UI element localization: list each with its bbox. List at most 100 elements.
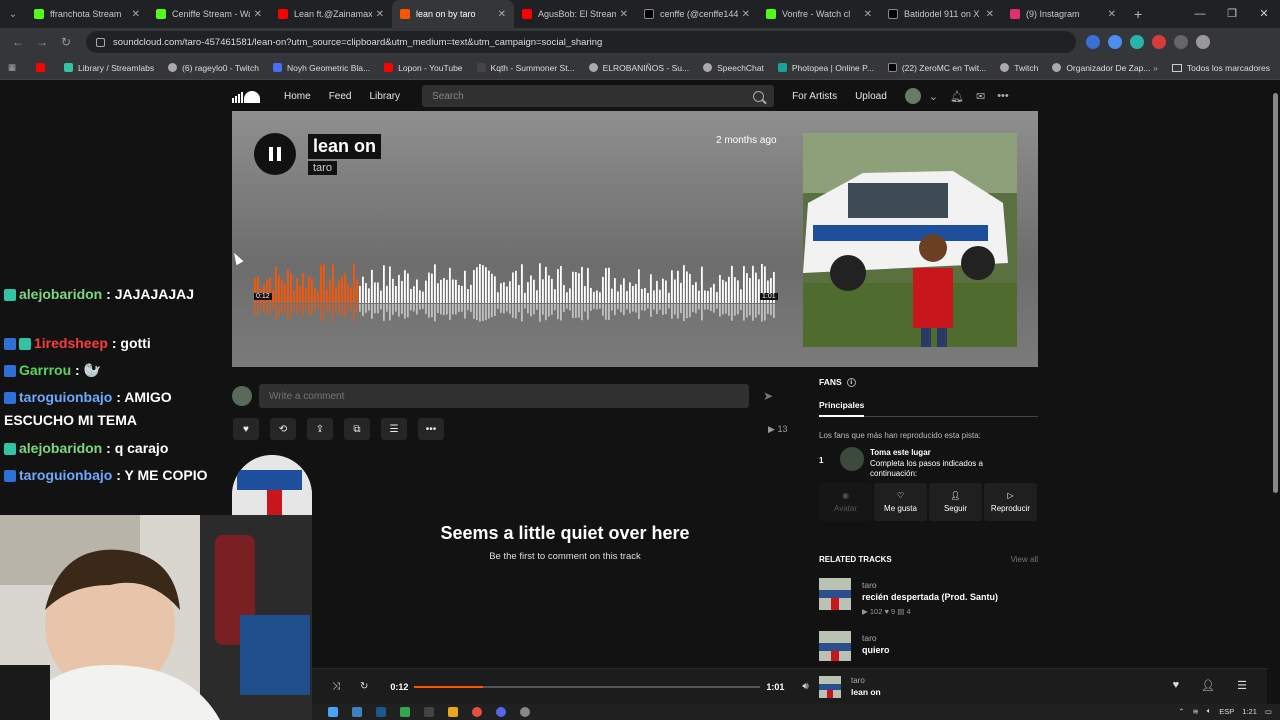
bookmark[interactable]: Library / Streamlabs: [64, 63, 154, 73]
search-input[interactable]: Search: [422, 85, 775, 107]
related-track[interactable]: taro quiero ▶ 95 ♥ 7 ⟲ 1: [819, 631, 1038, 661]
nav-library[interactable]: Library: [369, 91, 400, 102]
nav-home[interactable]: Home: [284, 91, 311, 102]
explorer-icon[interactable]: [352, 707, 362, 717]
player-title[interactable]: lean on: [851, 687, 881, 697]
related-track-artist[interactable]: taro: [862, 633, 877, 643]
progress-bar[interactable]: [414, 685, 761, 688]
scrollbar-thumb[interactable]: [1273, 93, 1278, 493]
forward-icon[interactable]: →: [30, 35, 54, 49]
more-button[interactable]: •••: [418, 418, 444, 440]
reload-icon[interactable]: ↻: [54, 35, 78, 49]
follow-step-button[interactable]: 👤︎ Seguir: [929, 483, 982, 521]
back-icon[interactable]: ←: [6, 35, 30, 49]
bookmark[interactable]: (22) ZeroMC en Twit...: [887, 63, 986, 73]
next-up-icon[interactable]: ☰: [1237, 679, 1247, 692]
minimize-icon[interactable]: —: [1184, 0, 1216, 28]
mail-icon[interactable]: ✉: [976, 90, 985, 103]
share-button[interactable]: ⇪: [307, 418, 333, 440]
browser-tab[interactable]: Vonfre - Watch cl ✕: [758, 0, 880, 28]
overflow-chevron-icon[interactable]: »: [1153, 63, 1158, 73]
obs-icon[interactable]: [424, 707, 434, 717]
close-tab-icon[interactable]: ✕: [986, 9, 994, 20]
close-window-icon[interactable]: ✕: [1248, 0, 1280, 28]
browser-tab[interactable]: Ceniffe Stream - Watc✕: [148, 0, 270, 28]
tab-search-icon[interactable]: ⌄: [0, 0, 26, 28]
more-icon[interactable]: •••: [997, 90, 1009, 102]
like-step-button[interactable]: ♡ Me gusta: [874, 483, 927, 521]
close-tab-icon[interactable]: ✕: [864, 9, 872, 20]
close-tab-icon[interactable]: ✕: [1108, 9, 1116, 20]
artist-avatar[interactable]: [232, 455, 312, 515]
extension-icon[interactable]: [1086, 35, 1100, 49]
copy-link-button[interactable]: ⧉: [344, 418, 370, 440]
bookmark[interactable]: SpeechChat: [703, 63, 764, 73]
steam-icon[interactable]: [376, 707, 386, 717]
bookmark[interactable]: [36, 63, 50, 72]
close-tab-icon[interactable]: ✕: [742, 9, 750, 20]
related-track[interactable]: taro recién despertada (Prod. Santu) ▶ 1…: [819, 578, 1038, 618]
bookmark[interactable]: (6) rageylo0 - Twitch: [168, 63, 259, 73]
wifi-icon[interactable]: ≋: [1192, 707, 1198, 716]
profile-avatar[interactable]: [1196, 35, 1210, 49]
close-tab-icon[interactable]: ✕: [620, 9, 628, 20]
browser-tab[interactable]: (9) Instagram ✕: [1002, 0, 1124, 28]
user-avatar[interactable]: [904, 88, 921, 104]
related-track-title[interactable]: recién despertada (Prod. Santu): [862, 592, 998, 602]
app-icon[interactable]: [520, 707, 530, 717]
discord-icon[interactable]: [496, 707, 506, 717]
nav-feed[interactable]: Feed: [329, 91, 352, 102]
repost-button[interactable]: ⟲: [270, 418, 296, 440]
bookmark[interactable]: Photopea | Online P...: [777, 63, 874, 73]
search-icon[interactable]: [753, 90, 765, 102]
chevron-down-icon[interactable]: ⌄: [929, 90, 938, 103]
close-tab-icon[interactable]: ✕: [132, 9, 140, 20]
site-info-icon[interactable]: [96, 37, 105, 47]
bookmark[interactable]: Organizador De Zap...: [1052, 63, 1150, 73]
app-icon[interactable]: [448, 707, 458, 717]
browser-tab[interactable]: Lean ft.@Zainamaxin ✕: [270, 0, 392, 28]
bookmark[interactable]: Lopon - YouTube: [384, 63, 463, 73]
page-scrollbar[interactable]: [1270, 81, 1280, 501]
browser-tab[interactable]: ffranchota Stream ✕: [26, 0, 148, 28]
bookmark[interactable]: Kqth - Summoner St...: [476, 63, 575, 73]
bell-icon[interactable]: 🔔︎: [950, 90, 964, 103]
url-input[interactable]: soundcloud.com/taro-457461581/lean-on?ut…: [86, 31, 1076, 53]
notification-icon[interactable]: ▭: [1265, 707, 1272, 716]
comment-input[interactable]: [259, 384, 749, 408]
volume-icon[interactable]: 🔊︎: [802, 681, 808, 692]
language-indicator[interactable]: ESP: [1219, 707, 1234, 716]
view-all-link[interactable]: View all: [1011, 555, 1038, 564]
extension-icon[interactable]: [1130, 35, 1144, 49]
pause-button[interactable]: [254, 133, 296, 175]
extension-icon[interactable]: [1108, 35, 1122, 49]
related-track-artist[interactable]: taro: [862, 580, 877, 590]
upload-link[interactable]: Upload: [855, 91, 887, 102]
apps-grid-icon[interactable]: ▦: [8, 62, 16, 73]
play-step-button[interactable]: ▷ Reproducir: [984, 483, 1037, 521]
volume-tray-icon[interactable]: 🔈︎: [1207, 706, 1212, 716]
player-artist[interactable]: taro: [851, 676, 865, 685]
extension-icon[interactable]: [1152, 35, 1166, 49]
all-bookmarks-folder[interactable]: » Todos los marcadores: [1153, 63, 1270, 73]
like-button[interactable]: ♥: [233, 418, 259, 440]
player-track-info[interactable]: taro lean on: [819, 674, 979, 700]
waveform[interactable]: [254, 261, 776, 323]
browser-tab[interactable]: AgusBob: El Streamer✕: [514, 0, 636, 28]
browser-tab[interactable]: Batidodel 911 on X ✕: [880, 0, 1002, 28]
clock[interactable]: 1:21: [1242, 707, 1257, 716]
app-icon[interactable]: [400, 707, 410, 717]
browser-tab[interactable]: cenffe (@cenffe1440 ✕: [636, 0, 758, 28]
tab-principales[interactable]: Principales: [819, 400, 1038, 417]
send-icon[interactable]: ➤: [763, 389, 773, 403]
shuffle-icon[interactable]: ⤨: [332, 681, 340, 692]
repeat-icon[interactable]: ↻: [360, 681, 368, 692]
for-artists-link[interactable]: For Artists: [792, 91, 837, 102]
related-track-title[interactable]: quiero: [862, 645, 890, 655]
heart-icon[interactable]: ♥: [1173, 679, 1180, 692]
bookmark[interactable]: ELROBANIÑOS - Su...: [588, 63, 689, 73]
close-tab-icon[interactable]: ✕: [376, 9, 384, 20]
chrome-icon[interactable]: [472, 707, 482, 717]
restore-icon[interactable]: ❐: [1216, 0, 1248, 28]
add-to-next-up-button[interactable]: ☰: [381, 418, 407, 440]
